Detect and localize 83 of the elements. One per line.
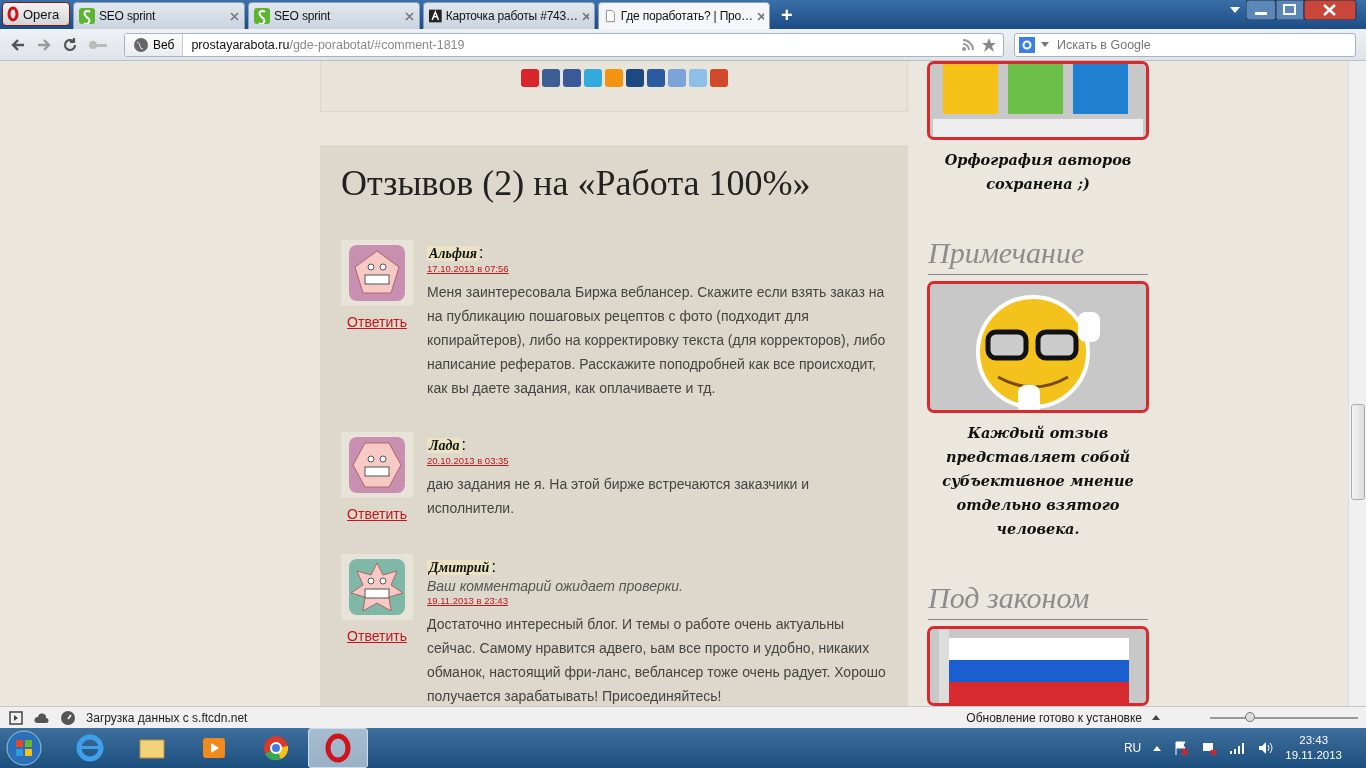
comment-author: Лада [427, 438, 462, 453]
reply-link[interactable]: Ответить [347, 314, 407, 330]
avatar-icon [349, 245, 405, 301]
comments-heading: Отзывов (2) на «Работа 100%» [341, 162, 812, 204]
comment-text: Достаточно интересный блог. И темы о работе очень актуальны сейчас. Самому нравится адвего, ьам все просто и удобно, никаких обманок, настоящий фри-ланс, веблансер тоже очень радует. Хорошо получается зарабатывать! Присоединяйтесь! [427, 615, 887, 705]
star-icon[interactable] [981, 36, 997, 53]
dropdown-icon[interactable] [1230, 7, 1240, 13]
scrollbar-thumb[interactable] [1351, 404, 1365, 500]
moderation-note: Ваш комментарий ожидает проверки. [427, 578, 683, 594]
tab-title: Карточка работы #743… [445, 9, 578, 23]
s-logo-icon [79, 8, 95, 24]
tab-title: SEO sprint [274, 9, 332, 23]
gauge-icon[interactable] [60, 709, 76, 726]
reload-icon[interactable] [62, 36, 78, 53]
url-text: prostayarabota.ru/gde-porabotat/#comment-1819 [190, 37, 466, 52]
start-button[interactable] [4, 729, 44, 767]
share-icon[interactable] [520, 69, 539, 87]
comment-date-link[interactable]: 17.10.2013 в 07:56 [427, 263, 509, 274]
address-field[interactable]: Веб prostayarabota.ru/gde-porabotat/#comment-1819 [124, 32, 1004, 57]
reply-link[interactable]: Ответить [347, 506, 407, 522]
share-icon[interactable] [625, 69, 644, 87]
sidebar-heading: Под законом [928, 580, 1148, 620]
avatar-icon [349, 437, 405, 493]
language-indicator[interactable]: RU [1123, 741, 1142, 755]
browser-tab[interactable]: SEO sprint [73, 2, 245, 29]
o-logo-icon [7, 6, 19, 22]
window-controls-icon[interactable] [1246, 0, 1358, 20]
speaker-icon[interactable] [1257, 740, 1274, 756]
comment-date-link[interactable]: 20.10.2013 в 03:35 [427, 455, 509, 466]
browser-tab[interactable]: Карточка работы #743… [423, 2, 595, 29]
chrome-icon[interactable] [261, 733, 291, 763]
browser-tab[interactable]: Где поработать? | Про… [598, 2, 770, 29]
caret-up-icon[interactable] [1152, 715, 1160, 720]
update-status: Обновление готово к установке [966, 710, 1142, 725]
tab-title: Где поработать? | Про… [620, 9, 753, 23]
comment-text: Меня заинтересовала Биржа веблансер. Скажите если взять заказ на на публикацию пошаговых рецептов с фото (подходит для копирайтеров), либо на корректировку текста (для корректоров), либо написание рефератов. Расскажите поподробней как все происходит, как вы даете задания, как оплачиваете и тд. [427, 283, 887, 398]
s-logo-icon [254, 8, 270, 24]
close-icon[interactable] [405, 11, 414, 21]
comment-date-link[interactable]: 19.11.2013 в 23:43 [427, 595, 508, 606]
sidebar-heading: Примечание [928, 235, 1148, 275]
close-icon[interactable] [230, 11, 239, 21]
new-tab-button[interactable]: + [773, 4, 801, 27]
page-icon [604, 8, 617, 24]
clock-date[interactable]: 19.11.2013 [1285, 748, 1342, 763]
signal-icon[interactable] [1229, 740, 1246, 756]
share-icon[interactable] [541, 69, 560, 87]
g-logo-icon [1019, 36, 1035, 53]
browser-tab[interactable]: SEO sprint [248, 2, 420, 29]
colon-text: : [478, 244, 484, 261]
search-field[interactable]: Искать в Google [1014, 32, 1356, 57]
caret-icon[interactable] [1041, 42, 1049, 47]
logo-icon [429, 8, 442, 24]
browser-e-icon[interactable] [75, 733, 105, 763]
caret-up-icon[interactable] [1153, 745, 1162, 751]
loading-status: Загрузка данных с s.ftcdn.net [86, 710, 248, 725]
opera-icon[interactable] [323, 733, 353, 763]
close-icon[interactable] [756, 11, 764, 21]
reply-link[interactable]: Ответить [347, 628, 407, 644]
comment-text: даю задания не я. На этой бирже встречаются заказчики и исполнители. [427, 475, 811, 518]
scrollbar[interactable] [1348, 61, 1366, 706]
menu-button[interactable]: Opera [2, 2, 70, 26]
colon-text: : [491, 558, 496, 575]
picture-caption: Орфография авторов сохранена ;) [943, 149, 1133, 194]
web-badge[interactable]: Веб [125, 33, 184, 56]
close-icon[interactable] [581, 11, 589, 21]
comment-author: Дмитрий [427, 560, 492, 575]
tab-title: SEO sprint [99, 9, 157, 23]
flag-icon[interactable] [1173, 740, 1190, 756]
picture-caption: Каждый отзыв представляет собой субъективное мнение отдельно взятого человека. [941, 422, 1135, 539]
clock-time[interactable]: 23:43 [1299, 733, 1329, 748]
network-icon[interactable] [1201, 740, 1218, 756]
comment-author: Альфия [427, 246, 479, 261]
share-icon[interactable] [709, 69, 728, 87]
globe-icon [133, 36, 149, 53]
rss-icon [961, 37, 975, 52]
share-icon[interactable] [646, 69, 665, 87]
colon-text: : [461, 436, 466, 453]
back-icon[interactable] [10, 36, 26, 53]
avatar-icon [349, 559, 405, 615]
zoom-slider-thumb[interactable] [1245, 711, 1256, 722]
share-icon[interactable] [562, 69, 581, 87]
panel-icon[interactable] [8, 709, 24, 726]
taskbar-app[interactable] [308, 728, 368, 768]
